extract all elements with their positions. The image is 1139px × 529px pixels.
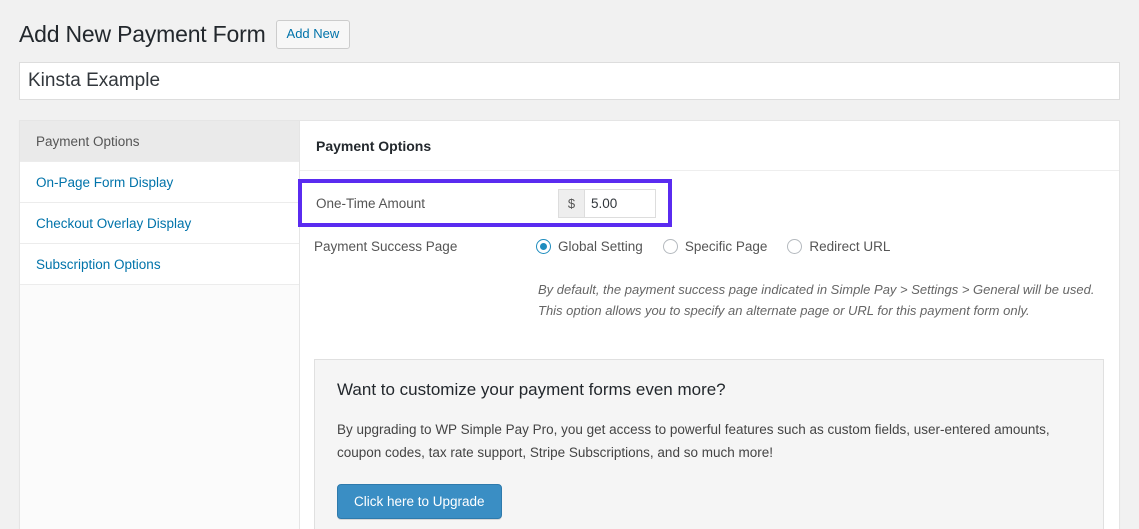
settings-content: Payment Options One-Time Amount $ Paymen… [298, 121, 1119, 529]
radio-icon[interactable] [536, 239, 551, 254]
radio-option-redirect-url[interactable]: Redirect URL [787, 239, 890, 254]
page-title: Add New Payment Form [19, 20, 266, 47]
sidebar-item-label: On-Page Form Display [36, 174, 174, 190]
sidebar-item-on-page-form-display[interactable]: On-Page Form Display [20, 162, 299, 203]
payment-success-page-radio-group: Global Setting Specific Page Redirect UR… [536, 239, 890, 254]
description-line-1: By default, the payment success page ind… [538, 282, 1095, 297]
payment-success-page-description: By default, the payment success page ind… [538, 279, 1098, 321]
radio-label: Specific Page [684, 239, 768, 254]
form-title-input[interactable] [19, 62, 1120, 100]
one-time-amount-label: One-Time Amount [316, 195, 426, 211]
radio-icon[interactable] [662, 239, 678, 254]
description-line-2: This option allows you to specify an alt… [538, 303, 1030, 318]
radio-option-global-setting[interactable]: Global Setting [536, 239, 643, 254]
add-new-button[interactable]: Add New [275, 19, 351, 49]
payment-form-panel: Payment Options On-Page Form Display Che… [19, 120, 1120, 529]
one-time-amount-input[interactable] [584, 188, 656, 218]
upgrade-button[interactable]: Click here to Upgrade [337, 484, 502, 519]
sidebar-item-payment-options[interactable]: Payment Options [20, 121, 299, 162]
sidebar-item-label: Subscription Options [36, 256, 161, 272]
upgrade-promo-box: Want to customize your payment forms eve… [314, 359, 1104, 529]
page-header: Add New Payment Form Add New [0, 0, 1139, 52]
amount-input-group: $ [558, 188, 656, 218]
promo-body-line-1: By upgrading to WP Simple Pay Pro, you g… [337, 422, 1050, 437]
sidebar-item-label: Payment Options [36, 133, 140, 149]
form-title-wrapper [0, 52, 1139, 100]
currency-symbol: $ [558, 188, 584, 218]
one-time-amount-row-highlight: One-Time Amount $ [298, 179, 672, 227]
settings-sidebar: Payment Options On-Page Form Display Che… [20, 121, 300, 529]
sidebar-item-label: Checkout Overlay Display [36, 215, 192, 231]
sidebar-item-subscription-options[interactable]: Subscription Options [20, 244, 299, 285]
radio-icon[interactable] [787, 239, 803, 254]
sidebar-filler [20, 285, 299, 529]
radio-option-specific-page[interactable]: Specific Page [662, 239, 768, 254]
radio-label: Redirect URL [809, 239, 891, 254]
promo-body: By upgrading to WP Simple Pay Pro, you g… [337, 418, 1081, 464]
payment-success-page-label: Payment Success Page [314, 239, 458, 254]
sidebar-item-checkout-overlay-display[interactable]: Checkout Overlay Display [20, 203, 299, 244]
promo-body-line-2: coupon codes, tax rate support, Stripe S… [337, 445, 773, 460]
panel-heading: Payment Options [300, 121, 1119, 171]
radio-label: Global Setting [558, 239, 643, 254]
promo-title: Want to customize your payment forms eve… [337, 380, 726, 399]
payment-success-page-row: Payment Success Page Global Setting Spec… [300, 239, 1119, 254]
